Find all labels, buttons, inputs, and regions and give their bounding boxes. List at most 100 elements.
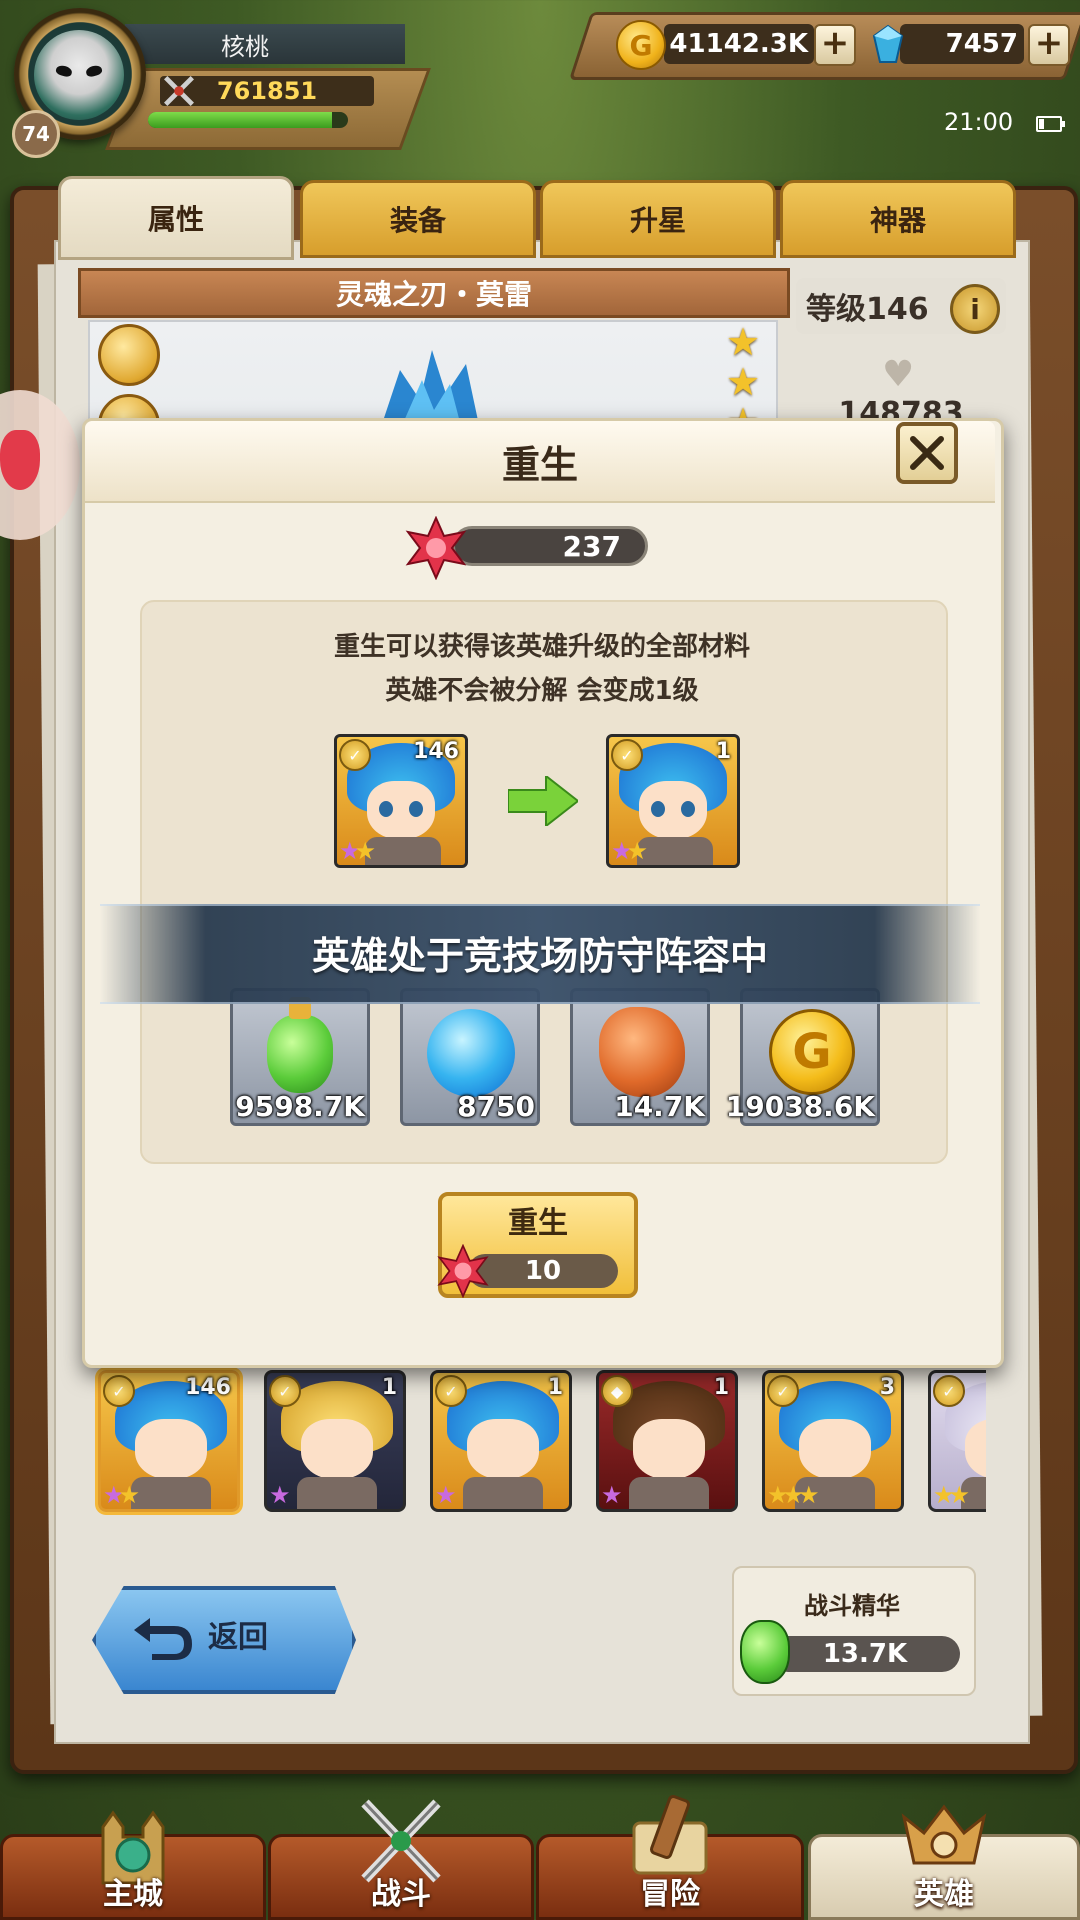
right-arrow-icon (508, 776, 578, 826)
tab-artifact[interactable]: 神器 (780, 180, 1016, 258)
clock: 21:00 (944, 108, 1014, 136)
gold-coin-icon (769, 1009, 855, 1095)
close-button[interactable] (896, 422, 958, 484)
roster-hero-slot[interactable]: ✓ 3 ★★★ (762, 1370, 904, 1512)
star-icon: ★ (269, 1481, 290, 1509)
material-value: 19038.6K (725, 1090, 875, 1123)
material-potion[interactable]: 9598.7K (230, 988, 370, 1126)
material-gold[interactable]: 19038.6K (726, 988, 880, 1126)
body (131, 1477, 211, 1509)
dialog-title: 重生 (501, 442, 578, 487)
roster-hero-slot[interactable]: ✓ 1 ★ (430, 1370, 572, 1512)
back-arrow-icon (134, 1618, 192, 1660)
roster-hero-slot[interactable]: ✓ 1 ★ (264, 1370, 406, 1512)
body (629, 1477, 709, 1509)
star-icon: ★ (601, 1481, 622, 1509)
rebirth-button-label: 重生 (508, 1206, 568, 1241)
nav-item-hero-helmet[interactable]: 英雄 (808, 1804, 1080, 1920)
nav-item-scroll-map[interactable]: 冒险 (536, 1795, 804, 1920)
mask-avatar-icon (34, 30, 124, 120)
exp-fill (148, 112, 332, 128)
face (467, 1419, 539, 1479)
face (135, 1419, 207, 1479)
rank-badge-icon: ✓ (767, 1375, 799, 1407)
face (633, 1419, 705, 1479)
bottom-nav: 主城 战斗 冒险 英雄 (0, 1790, 1080, 1920)
potion-icon (267, 997, 333, 1093)
body (365, 837, 441, 865)
rebirth-desc-line2: 英雄不会被分解 会变成1级 (385, 676, 699, 706)
exp-bar (148, 112, 348, 128)
roster-hero-slot[interactable]: ✓ ★★ (928, 1370, 986, 1512)
battle-essence-value: 13.7K (770, 1636, 960, 1672)
roster-hero-slot[interactable]: ✓ 146 ★★ (98, 1370, 240, 1512)
rebirth-crystal-icon (405, 516, 467, 580)
nav-label: 英雄 (914, 1877, 974, 1912)
rank-badge-icon: ✓ (611, 739, 643, 771)
material-orb[interactable]: 8750 (400, 988, 540, 1126)
roster-hero-level: 146 (185, 1375, 231, 1400)
rank-badge-icon: ◆ (601, 1375, 633, 1407)
battle-essence-label: 战斗精华 (804, 1592, 900, 1620)
arena-defense-text: 英雄处于竞技场防守阵容中 (311, 933, 768, 978)
rank-badge-icon: ✓ (103, 1375, 135, 1407)
rank-badge-icon: ✓ (933, 1375, 965, 1407)
face (639, 781, 707, 839)
eye (651, 801, 665, 817)
fleur-icon[interactable] (98, 324, 160, 386)
face (301, 1419, 373, 1479)
rebirth-cost: 10 (468, 1254, 618, 1288)
gem-amount: 7457 (900, 24, 1024, 64)
add-gem-button[interactable]: + (1028, 24, 1070, 66)
body (637, 837, 713, 865)
nav-label: 主城 (103, 1877, 163, 1912)
crossed-swords-icon (164, 76, 194, 106)
material-value: 14.7K (614, 1090, 705, 1123)
material-ore[interactable]: 14.7K (570, 988, 710, 1126)
star-icon: ★ (435, 1481, 456, 1509)
battery-level (1039, 119, 1044, 129)
roster-hero-level: 1 (713, 1375, 729, 1400)
rebirth-desc-line1: 重生可以获得该英雄升级的全部材料 (333, 632, 750, 662)
star-icon: ★★ (611, 837, 648, 865)
player-level-badge: 74 (12, 110, 60, 158)
level-after: 1 (715, 739, 731, 764)
roster-hero-level: 1 (381, 1375, 397, 1400)
face (799, 1419, 871, 1479)
player-name: 核桃 (125, 24, 405, 64)
heart-icon: ♥ (882, 354, 915, 395)
eye (681, 801, 695, 817)
tab-attributes[interactable]: 属性 (58, 176, 294, 260)
rank-badge-icon: ✓ (269, 1375, 301, 1407)
level-before: 146 (413, 739, 459, 764)
hero-portrait-after: ✓ 1 ★★ (606, 734, 740, 868)
hero-portrait-before: ✓ 146 ★★ (334, 734, 468, 868)
face (367, 781, 435, 839)
orb-icon (427, 1009, 515, 1097)
nav-item-castle[interactable]: 主城 (0, 1810, 266, 1920)
hero-roster: ✓ 146 ★★ ✓ 1 ★ ✓ 1 ★ ◆ 1 ★ ✓ 3 ★★★ ✓ ★★ (94, 1366, 986, 1516)
roster-hero-level: 1 (547, 1375, 563, 1400)
add-gold-button[interactable]: + (814, 24, 856, 66)
tab-star-up[interactable]: 升星 (540, 180, 776, 258)
rank-badge-icon: ✓ (435, 1375, 467, 1407)
eye (379, 801, 393, 817)
body (961, 1477, 986, 1509)
nav-item-crossed-swords[interactable]: 战斗 (268, 1799, 534, 1920)
material-value: 9598.7K (235, 1090, 365, 1123)
nav-label: 冒险 (640, 1877, 700, 1912)
hero-title: 灵魂之刃・莫雷 (78, 268, 790, 318)
info-button[interactable]: i (950, 284, 1000, 334)
rank-badge-icon: ✓ (339, 739, 371, 771)
star-icon: ★★ (339, 837, 376, 865)
material-value: 8750 (457, 1090, 535, 1123)
potion-icon (740, 1620, 790, 1684)
ore-icon (599, 1007, 685, 1097)
back-label: 返回 (208, 1620, 268, 1655)
body (463, 1477, 543, 1509)
rebirth-crystal-icon (437, 1244, 489, 1298)
roster-hero-slot[interactable]: ◆ 1 ★ (596, 1370, 738, 1512)
tab-equipment[interactable]: 装备 (300, 180, 536, 258)
star-icon: ★★ (933, 1481, 970, 1509)
star-icon: ★ (726, 320, 761, 364)
